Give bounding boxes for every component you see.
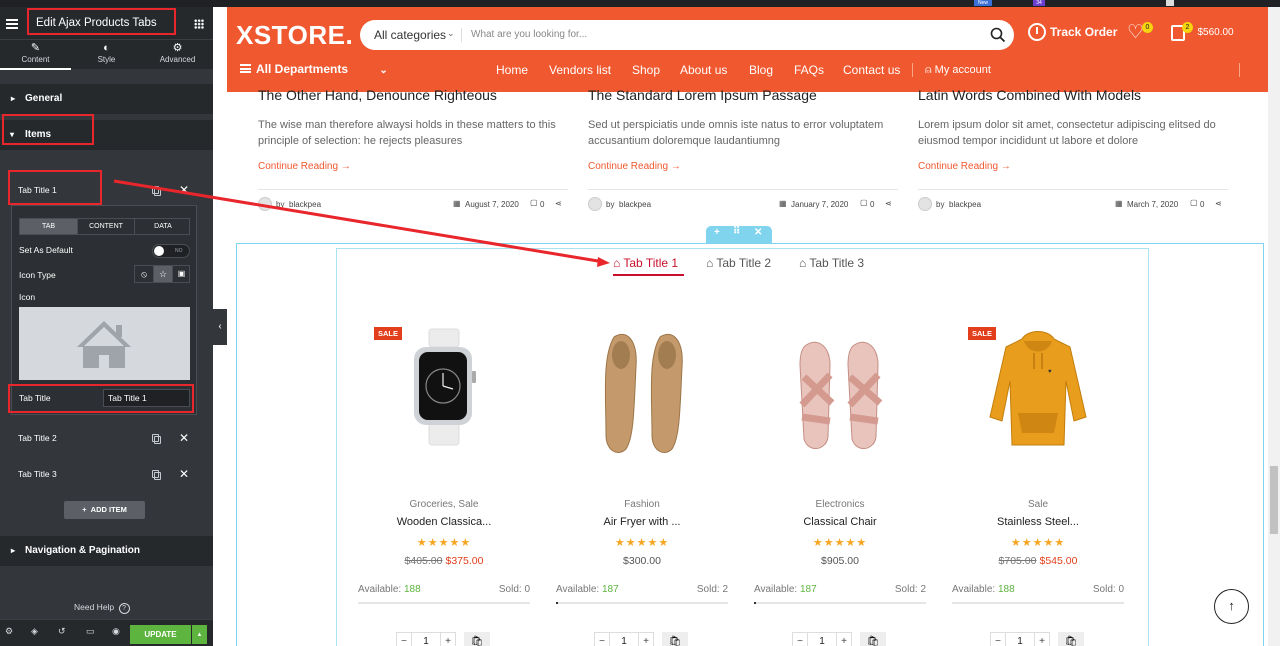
- screen: { "colors":{"accent":"#f0582f","panel":"…: [0, 0, 1280, 646]
- annotation-arrow: [113, 179, 610, 267]
